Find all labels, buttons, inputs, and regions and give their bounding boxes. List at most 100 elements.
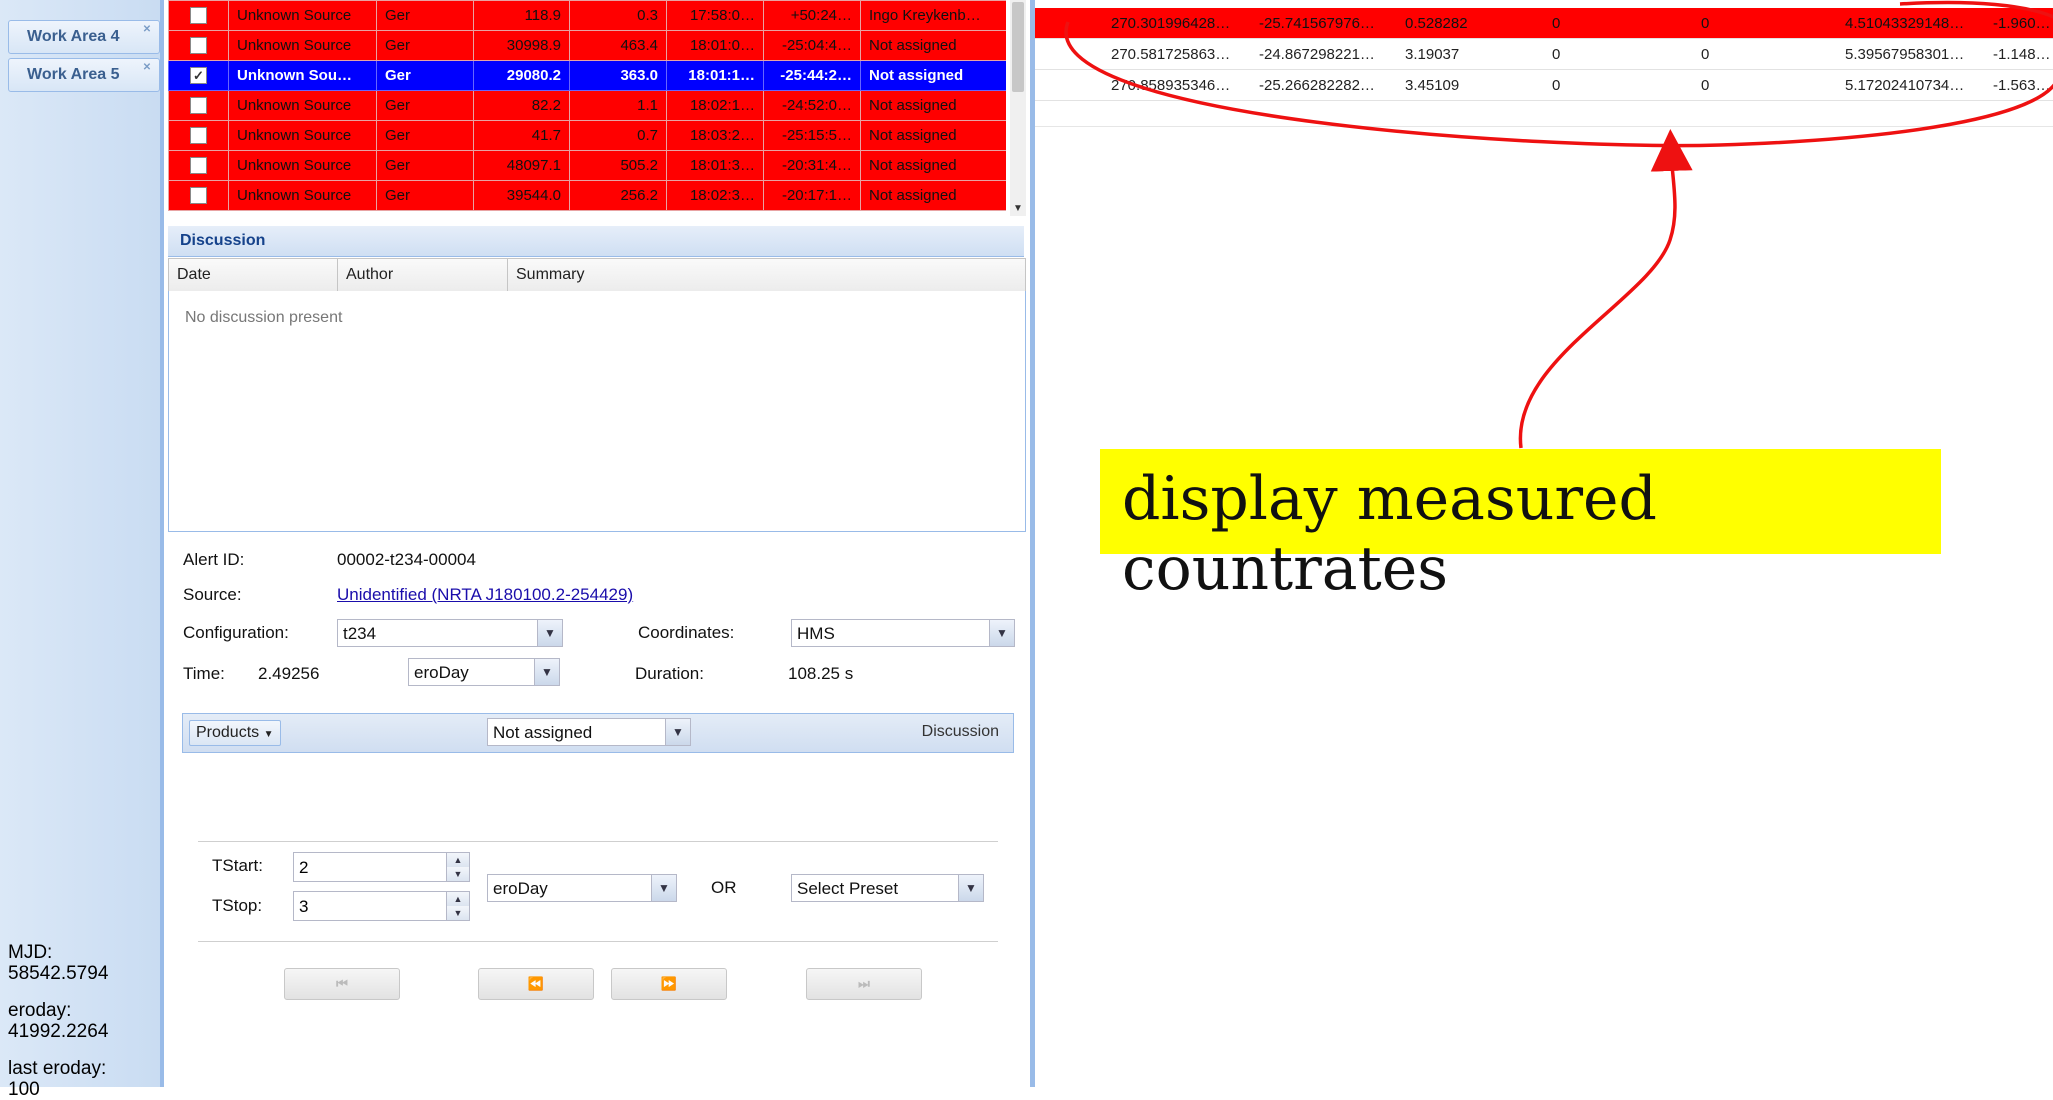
alert-grid-scrollbar[interactable]: ▼ [1010,0,1026,216]
alert-ra-cell: 18:02:1… [666,90,764,121]
row-select-cell[interactable] [168,90,229,121]
alert-dec-cell: -20:31:4… [763,150,861,181]
alert-rate-cell: 1.1 [569,90,667,121]
countrate-table: 270.301996428… -25.741567976… 0.528282 0 0 4.… [1035,8,2053,101]
countrate-cell: 0 [1701,15,1710,32]
countrate-cell: 5.39567958301… [1845,46,1965,63]
countrate-row[interactable]: 270.858935346… -25.266282282… 3.45109 0 0 5.1… [1035,70,2053,101]
alert-id-label: Alert ID: [183,550,245,569]
alert-source-cell: Unknown Source [228,90,377,121]
decrement-icon[interactable]: ▼ [446,867,469,881]
discussion-toolbar-button[interactable]: Discussion [922,723,999,741]
decrement-icon[interactable]: ▼ [446,906,469,920]
increment-icon[interactable]: ▲ [446,892,469,906]
increment-icon[interactable]: ▲ [446,853,469,867]
alert-ra-cell: 18:03:2… [666,120,764,151]
time-unit-select[interactable]: eroDay ▼ [408,658,560,686]
alert-author-cell: Ger [376,150,474,181]
alert-row[interactable]: Unknown Source Ger 118.9 0.3 17:58:0… +50:24…… [168,0,1006,31]
close-icon[interactable]: ✕ [141,24,153,36]
countrate-cell: 3.19037 [1405,46,1460,63]
countrate-cell: 5.17202410734… [1845,77,1965,94]
alert-author-cell: Ger [376,90,474,121]
row-select-cell[interactable] [168,30,229,61]
assignment-select[interactable]: Not assigned ▼ [487,718,691,746]
tab-work-area-5[interactable]: Work Area 5 ✕ [8,58,160,92]
last-page-button[interactable]: ⏭ [806,968,922,1000]
preset-select[interactable]: Select Preset ▼ [791,874,984,902]
tab-work-area-4[interactable]: Work Area 4 ✕ [8,20,160,54]
alert-dec-cell: +50:24… [763,0,861,31]
scroll-down-icon[interactable]: ▼ [1013,203,1023,214]
countrate-cell: 4.51043329148… [1845,15,1965,32]
row-checkbox[interactable] [190,157,207,175]
alert-ra-cell: 18:01:1… [666,60,764,91]
divider [1035,126,2053,127]
row-select-cell[interactable] [168,180,229,211]
column-author[interactable]: Author [338,259,508,291]
first-page-button[interactable]: ⏮ [284,968,400,1000]
row-checkbox[interactable] [190,37,207,55]
alert-source-cell: Unknown Source [228,0,377,31]
alert-dec-cell: -25:15:5… [763,120,861,151]
row-select-cell[interactable] [168,120,229,151]
tab-label: Work Area 5 [27,66,120,83]
source-link[interactable]: Unidentified (NRTA J180100.2-254429) [337,585,633,605]
alert-row[interactable]: Unknown Source Ger 41.7 0.7 18:03:2… -25:15:5… [168,120,1006,151]
countrate-row[interactable]: 270.581725863… -24.867298221… 3.19037 0 0 5.3… [1035,39,2053,70]
row-checkbox[interactable] [190,97,207,115]
row-checkbox[interactable] [190,7,207,25]
chevron-down-icon[interactable]: ▼ [534,659,559,685]
tstop-label: TStop: [212,896,263,915]
or-label: OR [711,878,737,897]
row-checkbox[interactable] [190,127,207,145]
countrate-cell: -25.741567976… [1259,15,1375,32]
chevron-down-icon[interactable]: ▼ [958,875,983,901]
tab-label: Work Area 4 [27,28,120,45]
eroday-value: 41992.2264 [8,1021,109,1042]
close-icon[interactable]: ✕ [141,62,153,74]
preset-value: Select Preset [797,879,899,898]
countrate-cell: -1.148… [1993,46,2051,63]
row-select-cell[interactable] [168,150,229,181]
tstart-stepper[interactable]: 2 ▲ ▼ [293,852,470,882]
alert-row[interactable]: Unknown Source Ger 39544.0 256.2 18:02:3… -20… [168,180,1006,211]
column-summary[interactable]: Summary [508,259,1024,291]
row-checkbox[interactable]: ✓ [190,67,207,85]
configuration-value: t234 [343,624,377,643]
countrate-row[interactable]: 270.301996428… -25.741567976… 0.528282 0 0 4.… [1035,8,2053,39]
alert-row[interactable]: Unknown Source Ger 30998.9 463.4 18:01:0… -25… [168,30,1006,61]
mjd-value: 58542.5794 [8,963,109,984]
alert-rate-cell: 0.3 [569,0,667,31]
row-select-cell[interactable]: ✓ [168,60,229,91]
tstop-value: 3 [299,897,309,916]
alert-source-cell: Unknown Sou… [228,60,377,91]
previous-page-button[interactable]: ⏪ [478,968,594,1000]
alert-status-cell: Not assigned [860,120,1006,151]
products-menu-button[interactable]: Products ▼ [189,720,281,746]
scrollbar-thumb[interactable] [1012,2,1024,92]
chevron-down-icon[interactable]: ▼ [651,875,676,901]
tstop-stepper[interactable]: 3 ▲ ▼ [293,891,470,921]
countrate-cell: 270.581725863… [1111,46,1231,63]
alert-row[interactable]: Unknown Source Ger 82.2 1.1 18:02:1… -24:52:0… [168,90,1006,121]
configuration-select[interactable]: t234 ▼ [337,619,563,647]
alert-author-cell: Ger [376,120,474,151]
discussion-empty-text: No discussion present [185,309,343,326]
coordinates-select[interactable]: HMS ▼ [791,619,1015,647]
row-checkbox[interactable] [190,187,207,205]
alert-row[interactable]: Unknown Source Ger 48097.1 505.2 18:01:3… -20… [168,150,1006,181]
row-select-cell[interactable] [168,0,229,31]
next-page-button[interactable]: ⏩ [611,968,727,1000]
alert-row[interactable]: ✓ Unknown Sou… Ger 29080.2 363.0 18:01:1… -25:… [168,60,1006,91]
alert-rate-cell: 363.0 [569,60,667,91]
chevron-down-icon[interactable]: ▼ [665,719,690,745]
range-unit-select[interactable]: eroDay ▼ [487,874,677,902]
chevron-down-icon[interactable]: ▼ [537,620,562,646]
last-eroday-value: 100 [8,1079,40,1100]
chevron-down-icon[interactable]: ▼ [989,620,1014,646]
alert-toolbar: Products ▼ Not assigned ▼ Discussion [182,713,1014,753]
configuration-label: Configuration: [183,623,289,642]
column-date[interactable]: Date [169,259,338,291]
alert-author-cell: Ger [376,180,474,211]
